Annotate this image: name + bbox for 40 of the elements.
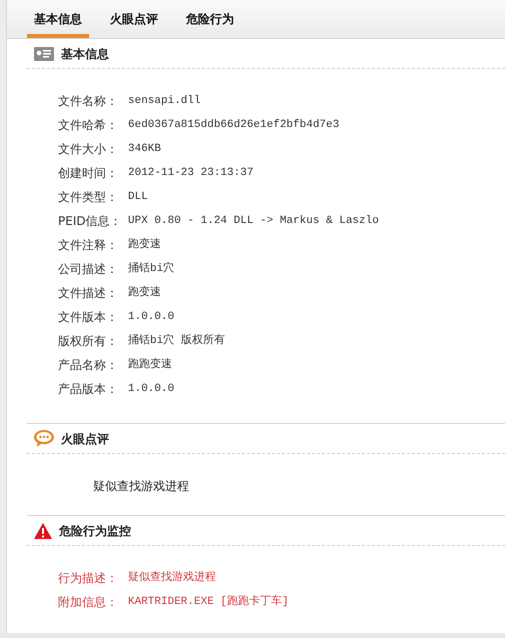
field-label: 附加信息： xyxy=(58,594,119,611)
field-value: 2012-11-23 23:13:37 xyxy=(128,166,254,181)
field-value: UPX 0.80 - 1.24 DLL -> Markus & Laszlo xyxy=(128,214,379,229)
field-value: sensapi.dll xyxy=(128,94,201,109)
field-label: 文件大小： xyxy=(58,141,119,158)
field-label: 文件哈希： xyxy=(58,117,119,134)
field-label: 文件注释： xyxy=(58,237,119,254)
field-value: 346KB xyxy=(128,142,162,157)
id-card-icon xyxy=(33,46,55,62)
field-label: 文件类型： xyxy=(58,189,119,206)
field-value: 1.0.0.0 xyxy=(128,382,174,397)
field-value: 1.0.0.0 xyxy=(128,310,174,325)
tab[interactable]: 危险行为 xyxy=(179,0,241,38)
field-label: 产品版本： xyxy=(58,381,119,398)
field-label: 文件描述： xyxy=(58,285,119,302)
section-title: 火眼点评 xyxy=(61,430,109,448)
field-label: 文件名称： xyxy=(58,93,119,110)
field-value: KARTRIDER.EXE [跑跑卡丁车] xyxy=(128,594,289,610)
field-value: 捅铦bi穴 版权所有 xyxy=(128,332,225,349)
comment-text: 疑似查找游戏进程 xyxy=(93,478,190,495)
section-title: 危险行为监控 xyxy=(59,522,131,540)
field-value: 捅铦bi穴 xyxy=(128,260,174,277)
speech-bubble-icon xyxy=(33,429,55,448)
field-label: 行为描述： xyxy=(58,570,119,587)
warning-icon xyxy=(33,522,53,540)
field-label: 创建时间： xyxy=(58,165,119,182)
section-title: 基本信息 xyxy=(61,46,109,62)
field-value: 疑似查找游戏进程 xyxy=(128,570,216,586)
field-label: 文件版本： xyxy=(58,309,119,326)
field-label: PEID信息： xyxy=(58,213,123,230)
field-value: 跑跑变速 xyxy=(128,356,172,373)
field-value: 跑变速 xyxy=(128,284,161,301)
field-label: 公司描述： xyxy=(58,261,119,278)
field-label: 版权所有： xyxy=(58,333,119,350)
field-value: 6ed0367a815ddb66d26e1ef2bfb4d7e3 xyxy=(128,118,340,133)
field-value: 跑变速 xyxy=(128,236,161,253)
tab[interactable]: 火眼点评 xyxy=(103,0,165,38)
field-label: 产品名称： xyxy=(58,357,119,374)
tab[interactable]: 基本信息 xyxy=(27,0,89,38)
field-value: DLL xyxy=(128,190,148,205)
